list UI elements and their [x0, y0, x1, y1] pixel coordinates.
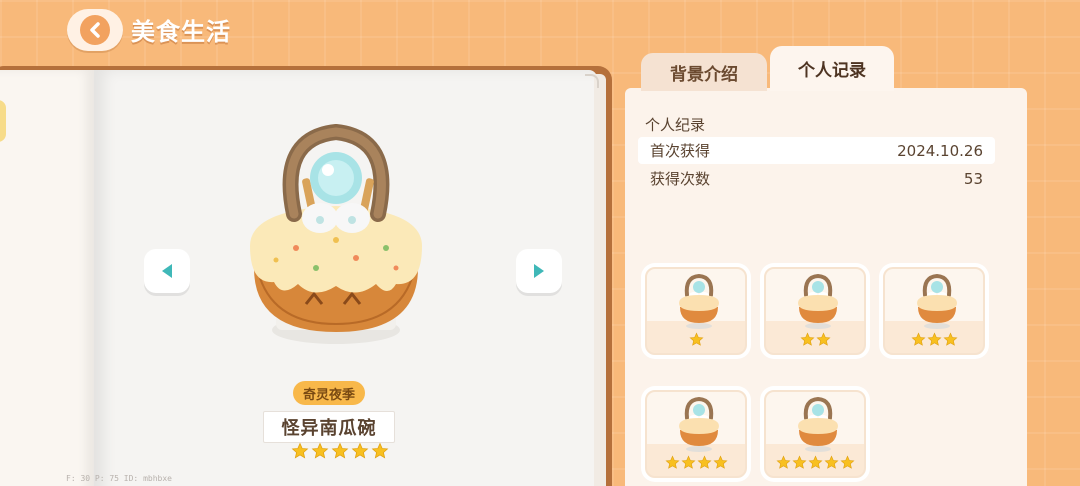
variant-rating	[766, 332, 864, 351]
page-bookmark	[0, 100, 6, 142]
record-value: 2024.10.26	[897, 141, 983, 160]
item-name: 怪异南瓜碗	[263, 411, 395, 443]
record-row-obtain-count: 获得次数 53	[638, 165, 995, 192]
variant-card[interactable]	[641, 386, 751, 482]
record-title: 个人纪录	[645, 116, 706, 134]
pumpkin-bowl-thumbnail	[798, 273, 838, 329]
page-corner	[585, 74, 599, 88]
star-icon	[926, 332, 942, 351]
star-icon	[942, 332, 958, 351]
variant-card[interactable]	[641, 263, 751, 359]
star-icon	[712, 455, 728, 474]
star-icon	[823, 455, 839, 474]
chevron-left-icon	[80, 15, 110, 45]
book-left-page	[0, 70, 94, 486]
variant-rating	[766, 455, 864, 474]
star-icon	[688, 332, 704, 351]
page-title: 美食生活	[131, 18, 231, 46]
record-value: 53	[963, 169, 983, 188]
star-icon	[910, 332, 926, 351]
triangle-left-icon	[162, 264, 172, 278]
pumpkin-bowl-image	[250, 123, 422, 344]
tab-background[interactable]: 背景介绍	[641, 53, 767, 91]
star-icon	[291, 442, 309, 464]
pumpkin-bowl-thumbnail	[679, 273, 719, 329]
previous-item-button[interactable]	[144, 249, 190, 293]
variant-card-inner	[645, 390, 747, 478]
triangle-right-icon	[534, 264, 544, 278]
pumpkin-bowl-thumbnail	[679, 396, 719, 452]
pumpkin-bowl-thumbnail	[917, 273, 957, 329]
variant-rating	[885, 332, 983, 351]
star-icon	[331, 442, 349, 464]
star-icon	[371, 442, 389, 464]
pumpkin-bowl-thumbnail	[798, 396, 838, 452]
star-icon	[311, 442, 329, 464]
star-icon	[799, 332, 815, 351]
star-icon	[839, 455, 855, 474]
record-row-first-obtained: 首次获得 2024.10.26	[638, 137, 995, 164]
season-tag: 奇灵夜季	[293, 381, 365, 405]
star-icon	[696, 455, 712, 474]
variant-card[interactable]	[879, 263, 989, 359]
variant-card-inner	[764, 267, 866, 355]
next-item-button[interactable]	[516, 249, 562, 293]
star-icon	[791, 455, 807, 474]
debug-readout: F: 30 P: 75 ID: mbhbxe	[66, 474, 172, 483]
variant-card[interactable]	[760, 386, 870, 482]
book-page-edge	[594, 74, 606, 486]
star-icon	[351, 442, 369, 464]
variant-card-inner	[764, 390, 866, 478]
variant-rating	[647, 455, 745, 474]
star-icon	[807, 455, 823, 474]
item-rating	[291, 442, 389, 464]
star-icon	[775, 455, 791, 474]
record-label: 获得次数	[650, 170, 711, 188]
record-label: 首次获得	[650, 142, 711, 160]
star-icon	[680, 455, 696, 474]
variant-card-inner	[645, 267, 747, 355]
star-icon	[664, 455, 680, 474]
star-icon	[815, 332, 831, 351]
variant-rating	[647, 332, 745, 351]
back-button[interactable]	[67, 9, 123, 51]
variant-card-inner	[883, 267, 985, 355]
variant-card[interactable]	[760, 263, 870, 359]
tab-personal-record[interactable]: 个人记录	[770, 46, 894, 91]
